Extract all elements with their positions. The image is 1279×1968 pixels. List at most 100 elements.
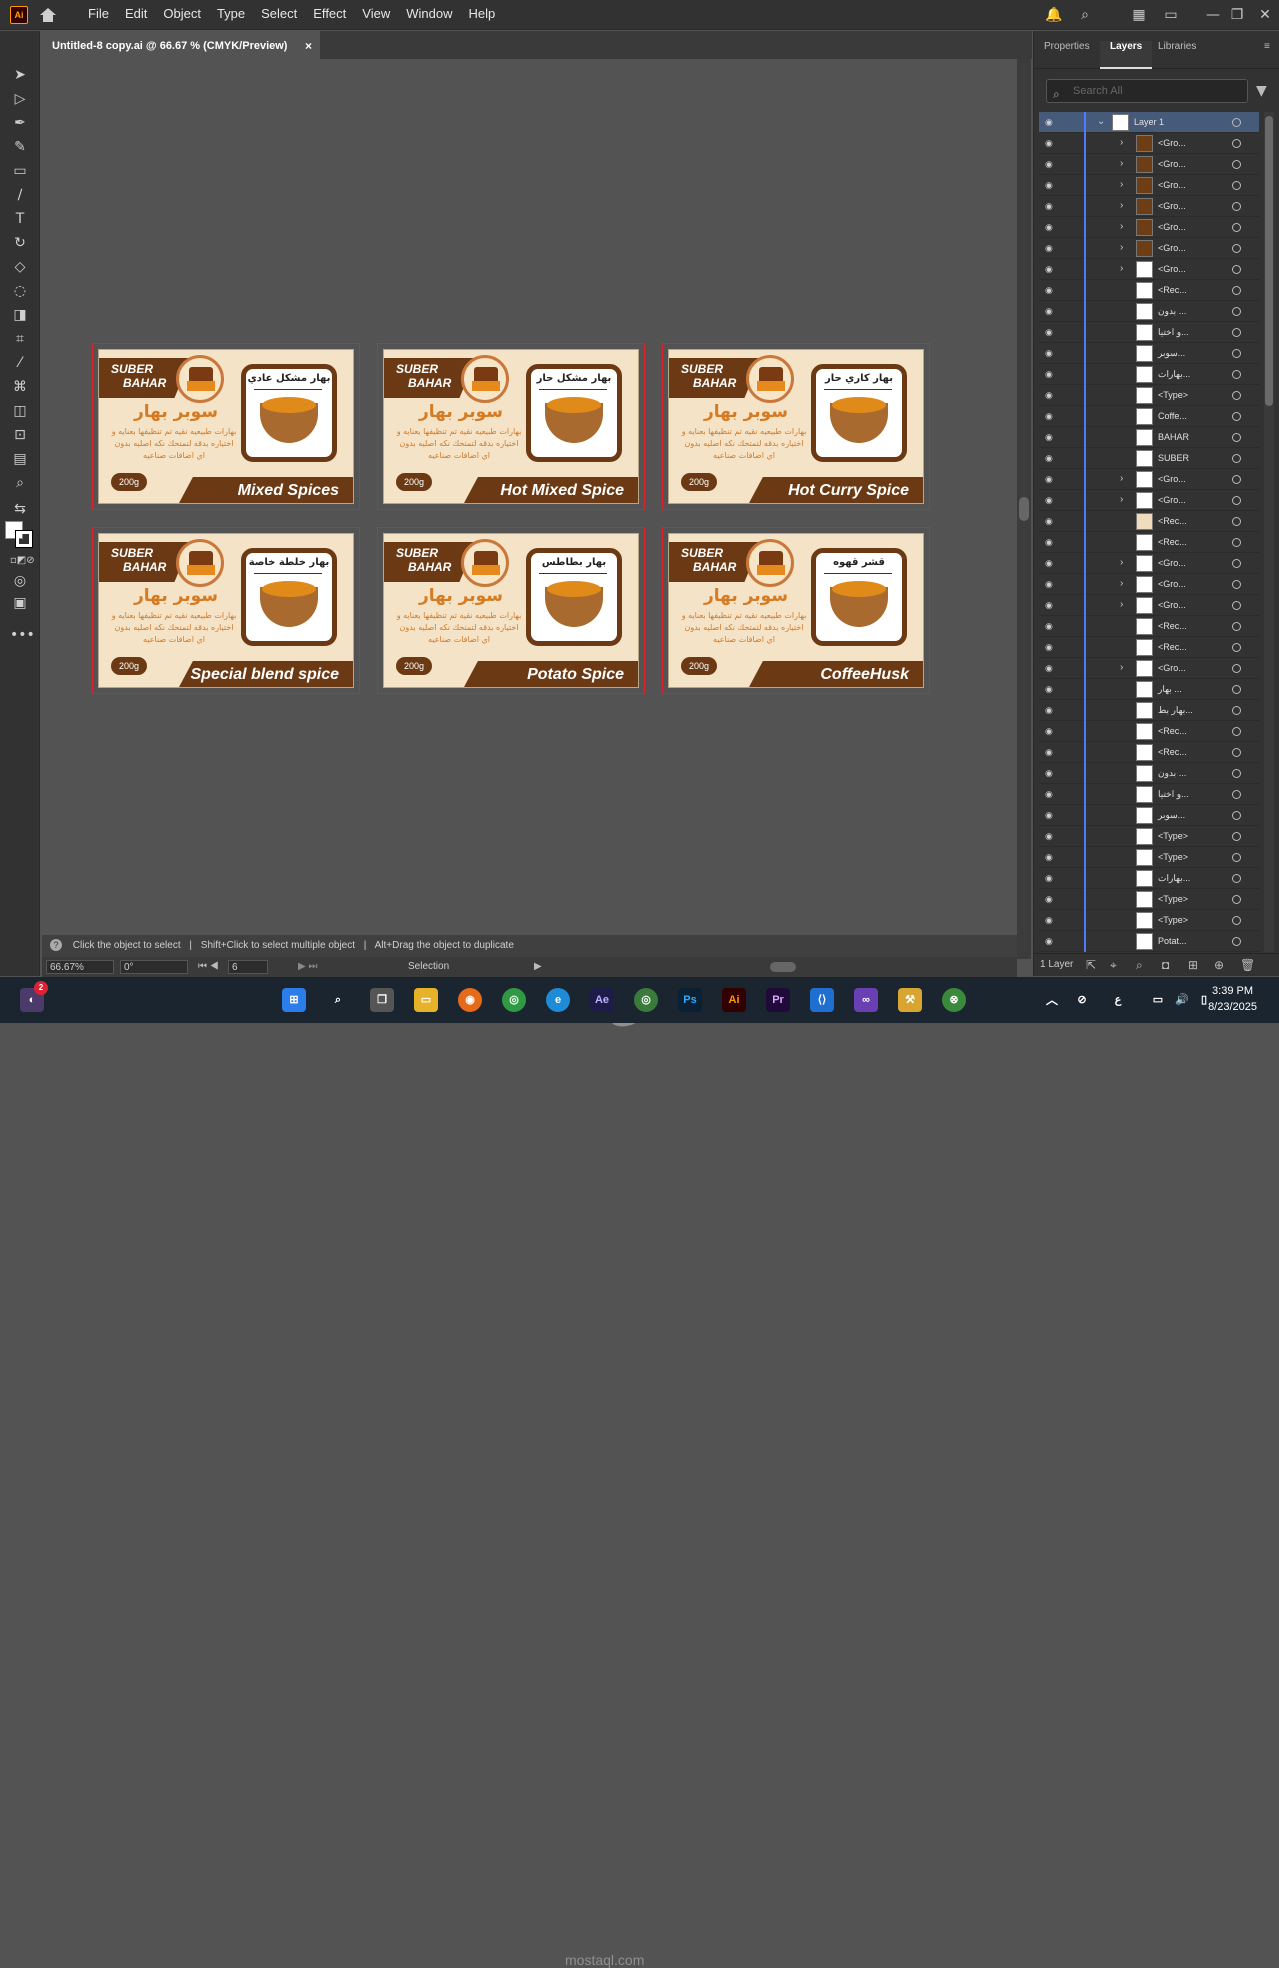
minimize-icon[interactable]: —	[1205, 7, 1221, 23]
menu-file[interactable]: File	[80, 0, 117, 30]
layer-row[interactable]: ◉ <Type>	[1039, 847, 1259, 868]
target-icon[interactable]	[1232, 118, 1241, 127]
language-indicator[interactable]: ع	[1106, 988, 1130, 1012]
first-artboard-icon[interactable]: ⏮ ◀	[198, 960, 219, 974]
visibility-eye-icon[interactable]: ◉	[1045, 873, 1055, 883]
layer-row[interactable]: ◉ BAHAR	[1039, 427, 1259, 448]
zoom-tool-icon[interactable]: ⌕	[10, 473, 30, 493]
expand-arrow-icon[interactable]: ›	[1120, 221, 1123, 232]
visibility-eye-icon[interactable]: ◉	[1045, 705, 1055, 715]
export-icon[interactable]: ⇱	[1086, 954, 1096, 976]
target-icon[interactable]	[1232, 874, 1241, 883]
layer-row[interactable]: ◉ سوبر...	[1039, 805, 1259, 826]
target-icon[interactable]	[1232, 370, 1241, 379]
layer-row[interactable]: ◉ ⌄ Layer 1	[1039, 112, 1259, 133]
layer-row[interactable]: ◉ Potat...	[1039, 931, 1259, 952]
target-icon[interactable]	[1232, 454, 1241, 463]
artboard-6[interactable]: SUBER BAHAR سوبر بهار بهارات طبيعيه نقيه…	[662, 527, 930, 694]
layer-row[interactable]: ◉ <Rec...	[1039, 280, 1259, 301]
layer-row[interactable]: ◉ › <Gro...	[1039, 490, 1259, 511]
visibility-eye-icon[interactable]: ◉	[1045, 264, 1055, 274]
file-explorer-icon[interactable]: ▭	[414, 988, 438, 1012]
target-icon[interactable]	[1232, 685, 1241, 694]
artboard-1[interactable]: SUBER BAHAR سوبر بهار بهارات طبيعيه نقيه…	[92, 343, 360, 510]
layer-row[interactable]: ◉ بهارات...	[1039, 868, 1259, 889]
search-icon[interactable]: ⌕	[326, 988, 350, 1012]
expand-arrow-icon[interactable]: ›	[1120, 242, 1123, 253]
chrome-profile-icon[interactable]: ◎	[634, 988, 658, 1012]
workspace-icon[interactable]: ▦	[1131, 7, 1147, 23]
artboard-field[interactable]: 6	[228, 960, 268, 974]
visibility-eye-icon[interactable]: ◉	[1045, 432, 1055, 442]
visibility-eye-icon[interactable]: ◉	[1045, 852, 1055, 862]
visibility-eye-icon[interactable]: ◉	[1045, 159, 1055, 169]
menu-edit[interactable]: Edit	[117, 0, 155, 30]
scroll-thumb[interactable]	[1019, 497, 1029, 521]
vscode-icon[interactable]: ⟨⟩	[810, 988, 834, 1012]
direct-selection-tool-icon[interactable]: ▷	[10, 89, 30, 109]
tab-properties[interactable]: Properties	[1034, 41, 1100, 69]
target-icon[interactable]	[1232, 853, 1241, 862]
target-icon[interactable]	[1232, 622, 1241, 631]
after-effects-icon[interactable]: Ae	[590, 988, 614, 1012]
tool-app-icon[interactable]: ⚒	[898, 988, 922, 1012]
network-off-icon[interactable]: ⊘	[1070, 988, 1094, 1012]
zoom-field[interactable]: 66.67%	[46, 960, 114, 974]
layer-row[interactable]: ◉ بهارات...	[1039, 364, 1259, 385]
target-icon[interactable]	[1232, 601, 1241, 610]
visibility-eye-icon[interactable]: ◉	[1045, 453, 1055, 463]
visibility-eye-icon[interactable]: ◉	[1045, 558, 1055, 568]
color-mode-icon[interactable]: ▫◩⊘	[10, 551, 35, 571]
target-icon[interactable]	[1232, 811, 1241, 820]
target-icon[interactable]	[1232, 769, 1241, 778]
curvature-tool-icon[interactable]: ✎	[10, 137, 30, 157]
layer-row[interactable]: ◉ <Rec...	[1039, 511, 1259, 532]
layer-row[interactable]: ◉ Coffe...	[1039, 406, 1259, 427]
layer-row[interactable]: ◉ بهار ...	[1039, 679, 1259, 700]
target-icon[interactable]	[1232, 307, 1241, 316]
target-icon[interactable]	[1232, 916, 1241, 925]
target-icon[interactable]	[1232, 538, 1241, 547]
visibility-eye-icon[interactable]: ◉	[1045, 663, 1055, 673]
layer-row[interactable]: ◉ › <Gro...	[1039, 133, 1259, 154]
visibility-eye-icon[interactable]: ◉	[1045, 726, 1055, 736]
layer-row[interactable]: ◉ <Type>	[1039, 910, 1259, 931]
stroke-swatch[interactable]	[15, 530, 33, 548]
visibility-eye-icon[interactable]: ◉	[1045, 915, 1055, 925]
more-tools-icon[interactable]: •••	[10, 625, 35, 645]
visibility-eye-icon[interactable]: ◉	[1045, 516, 1055, 526]
layer-row[interactable]: ◉ بدون ...	[1039, 763, 1259, 784]
expand-arrow-icon[interactable]: ›	[1120, 137, 1123, 148]
document-tab[interactable]: Untitled-8 copy.ai @ 66.67 % (CMYK/Previ…	[42, 31, 320, 59]
new-sublayer-icon[interactable]: ⊞	[1188, 954, 1198, 976]
expand-arrow-icon[interactable]: ›	[1120, 473, 1123, 484]
artboard-4[interactable]: SUBER BAHAR سوبر بهار بهارات طبيعيه نقيه…	[92, 527, 360, 694]
expand-arrow-icon[interactable]: ›	[1120, 578, 1123, 589]
layer-row[interactable]: ◉ › <Gro...	[1039, 595, 1259, 616]
volume-icon[interactable]: 🔊	[1170, 988, 1194, 1012]
visibility-eye-icon[interactable]: ◉	[1045, 684, 1055, 694]
xbox-icon[interactable]: ⊗	[942, 988, 966, 1012]
expand-arrow-icon[interactable]: ›	[1120, 200, 1123, 211]
layer-row[interactable]: ◉ › <Gro...	[1039, 469, 1259, 490]
menu-effect[interactable]: Effect	[305, 0, 354, 30]
expand-arrow-icon[interactable]: ›	[1120, 599, 1123, 610]
target-icon[interactable]	[1232, 475, 1241, 484]
photoshop-icon[interactable]: Ps	[678, 988, 702, 1012]
swap-colors-icon[interactable]: ⇆	[10, 499, 30, 519]
visibility-eye-icon[interactable]: ◉	[1045, 768, 1055, 778]
restore-icon[interactable]: ❐	[1229, 7, 1245, 23]
layer-row[interactable]: ◉ › <Gro...	[1039, 658, 1259, 679]
target-icon[interactable]	[1232, 286, 1241, 295]
home-icon[interactable]	[38, 6, 58, 24]
target-icon[interactable]	[1232, 496, 1241, 505]
expand-arrow-icon[interactable]: ›	[1120, 158, 1123, 169]
menu-help[interactable]: Help	[460, 0, 503, 30]
chrome-icon[interactable]: ◎	[502, 988, 526, 1012]
task-view-icon[interactable]: ❐	[370, 988, 394, 1012]
close-icon[interactable]: ✕	[1257, 7, 1273, 23]
target-icon[interactable]	[1232, 160, 1241, 169]
target-icon[interactable]	[1232, 349, 1241, 358]
vertical-scrollbar[interactable]	[1017, 59, 1031, 959]
target-icon[interactable]	[1232, 895, 1241, 904]
